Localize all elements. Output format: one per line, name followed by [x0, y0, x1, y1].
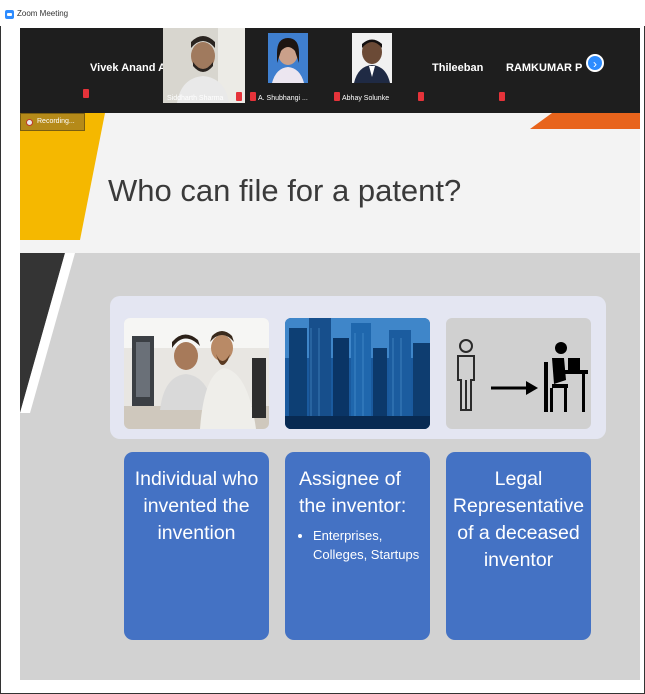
participant-name: RAMKUMAR P	[506, 62, 583, 74]
video-feed: Siddharth Sharma	[163, 28, 245, 103]
card-image	[446, 318, 591, 429]
card-legal-representative: Legal Representative of a deceased inven…	[446, 452, 591, 640]
participant-tile[interactable]: RAMKUMAR P	[496, 28, 583, 103]
card-heading: Assignee of the inventor:	[299, 468, 407, 517]
recording-label: Recording...	[37, 118, 75, 125]
shared-slide: Recording... Who can file for a patent?	[20, 113, 640, 680]
participant-tile[interactable]: Siddharth Sharma	[163, 28, 245, 103]
participant-name: Siddharth Sharma	[167, 95, 224, 102]
participant-name: A. Shubhangi ...	[258, 95, 308, 102]
title-bar: Zoom Meeting	[0, 0, 645, 26]
participant-tile[interactable]: Thileeban	[430, 28, 490, 103]
avatar	[268, 33, 308, 83]
participant-name: Abhay Solunke	[342, 95, 390, 102]
card-bullet: Enterprises, Colleges, Startups	[313, 526, 424, 564]
card-image	[285, 318, 430, 429]
participant-name: Vivek Anand A	[90, 62, 167, 74]
mic-muted-icon	[250, 92, 256, 101]
participant-tile[interactable]: Vivek Anand A	[20, 28, 166, 103]
participant-name: Thileeban	[432, 62, 484, 74]
participant-gallery: Vivek Anand A Siddharth Sharma A. Shubha…	[20, 28, 640, 113]
card-individual-inventor: Individual who invented the invention	[124, 452, 269, 640]
chevron-right-icon: ›	[593, 57, 597, 71]
person-arrow-person-at-desk-icon	[446, 318, 591, 429]
record-icon	[26, 119, 33, 126]
card-text: Legal Representative of a deceased inven…	[452, 468, 585, 571]
recording-indicator[interactable]: Recording...	[20, 113, 85, 131]
people-at-computers-image	[124, 318, 269, 429]
card-text: Assignee of the inventor: Enterprises, C…	[299, 466, 424, 564]
mic-muted-icon	[418, 92, 424, 101]
mic-muted-icon	[83, 89, 89, 98]
city-skyscrapers-image	[285, 318, 430, 429]
zoom-icon	[5, 10, 14, 19]
person-video-image	[163, 28, 245, 103]
participant-tile[interactable]: A. Shubhangi ...	[248, 28, 330, 103]
window-title: Zoom Meeting	[17, 9, 69, 18]
profile-photo	[352, 33, 392, 83]
avatar	[352, 33, 392, 83]
mic-muted-icon	[499, 92, 505, 101]
card-text: Individual who invented the invention	[134, 468, 259, 544]
mic-muted-icon	[334, 92, 340, 101]
next-page-button[interactable]: ›	[586, 54, 604, 72]
slide-title: Who can file for a patent?	[108, 173, 462, 208]
profile-photo	[268, 33, 308, 83]
participant-tile[interactable]	[418, 28, 428, 103]
participant-tile[interactable]: Abhay Solunke	[332, 28, 417, 103]
card-image	[124, 318, 269, 429]
card-assignee: Assignee of the inventor: Enterprises, C…	[285, 452, 430, 640]
mic-muted-icon	[236, 92, 242, 101]
card-bullet-list: Enterprises, Colleges, Startups	[299, 526, 424, 564]
